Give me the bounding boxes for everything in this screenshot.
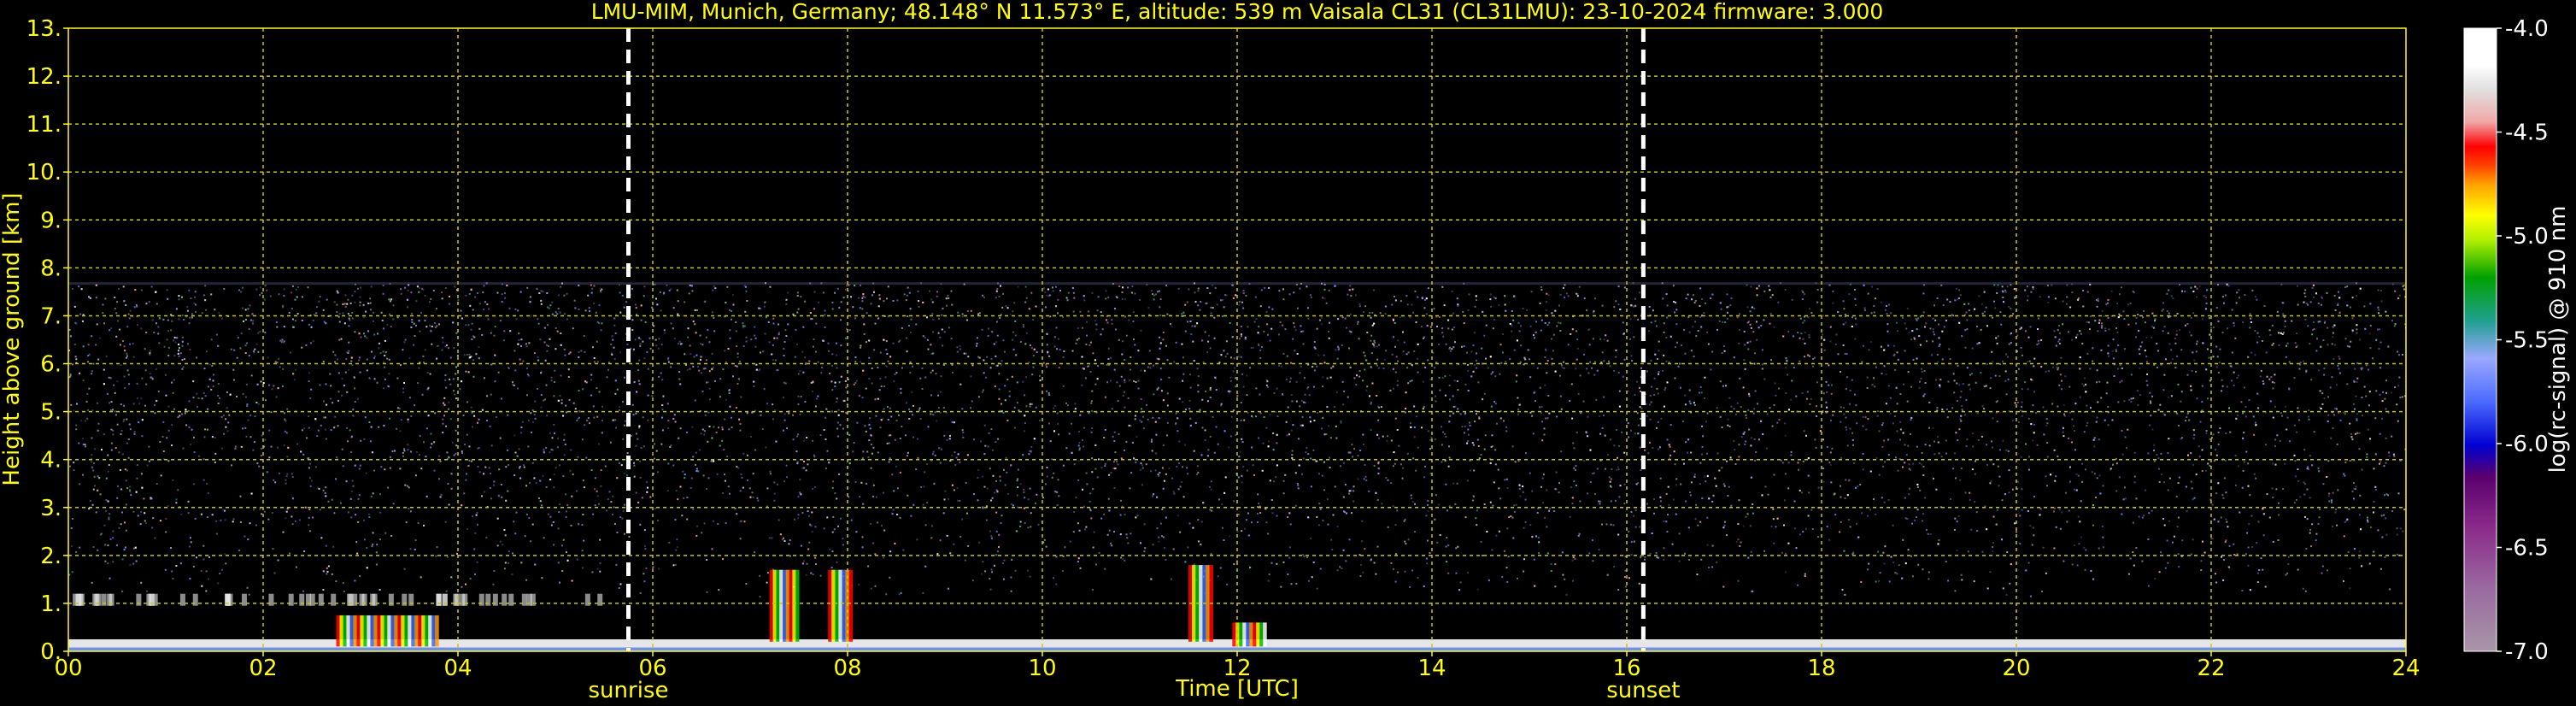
cloud-mark bbox=[408, 615, 412, 647]
cloud-mark bbox=[404, 615, 408, 647]
cloud-mark bbox=[411, 615, 415, 647]
x-tick-label: 06 bbox=[638, 656, 666, 681]
cloud-mark bbox=[1232, 622, 1236, 647]
cloud-mark bbox=[831, 569, 836, 642]
y-tick-label: 12. bbox=[26, 64, 62, 90]
cloud-mark bbox=[384, 615, 388, 647]
x-tick-label: 10 bbox=[1028, 656, 1056, 681]
cloud-mark bbox=[785, 569, 790, 642]
x-tick-label: 14 bbox=[1417, 656, 1446, 681]
colorbar-tick-label: -4.0 bbox=[2505, 16, 2549, 42]
x-tick-label: 24 bbox=[2391, 656, 2420, 681]
cloud-mark bbox=[435, 615, 439, 647]
colorbar-tick-label: -5.0 bbox=[2505, 224, 2549, 250]
cloud-mark bbox=[425, 615, 429, 647]
cloud-mark bbox=[360, 615, 364, 647]
cloud-mark bbox=[353, 615, 357, 647]
cloud-mark bbox=[346, 615, 350, 647]
x-tick-label: 08 bbox=[833, 656, 861, 681]
cloud-mark bbox=[414, 615, 419, 647]
cloud-mark bbox=[769, 569, 774, 642]
cloud-mark bbox=[776, 569, 780, 642]
cloud-mark bbox=[1249, 622, 1253, 647]
cloud-mark bbox=[1253, 622, 1257, 647]
x-tick-label: 20 bbox=[2002, 656, 2030, 681]
y-tick-label: 8. bbox=[40, 256, 62, 281]
cloud-mark bbox=[848, 569, 854, 642]
y-tick-label: 3. bbox=[40, 496, 62, 521]
cloud-mark bbox=[387, 615, 391, 647]
cloud-mark bbox=[1242, 622, 1247, 647]
cloud-mark bbox=[401, 615, 405, 647]
cloud-mark bbox=[792, 569, 796, 642]
y-tick-label: 6. bbox=[40, 352, 62, 378]
cloud-mark bbox=[370, 615, 374, 647]
cloud-mark bbox=[1239, 622, 1243, 647]
event-label-sunset: sunset bbox=[1606, 678, 1680, 703]
colorbar bbox=[2463, 27, 2497, 652]
x-tick-label: 18 bbox=[1807, 656, 1835, 681]
cloud-mark bbox=[1206, 565, 1210, 642]
cloud-mark bbox=[343, 615, 347, 647]
y-axis-ticks: 0. 1. 2. 3. 4. 5. 6. 7. 8. 9. 10. 11. 12. 13. bbox=[26, 16, 68, 665]
cloud-mark bbox=[394, 615, 398, 647]
cloud-mark bbox=[380, 615, 384, 647]
cloud-mark bbox=[363, 615, 367, 647]
cloud-mark bbox=[779, 569, 783, 642]
x-tick-label: 22 bbox=[2197, 656, 2225, 681]
cloud-mark bbox=[783, 569, 787, 642]
y-tick-label: 2. bbox=[40, 544, 62, 569]
cloud-mark bbox=[390, 615, 395, 647]
chart-title: LMU-MIM, Munich, Germany; 48.148° N 11.5… bbox=[591, 0, 1884, 24]
cloud-mark bbox=[842, 569, 847, 642]
cloud-mark bbox=[795, 569, 800, 642]
cloud-mark bbox=[772, 569, 777, 642]
colorbar-gradient bbox=[2463, 27, 2497, 652]
y-tick-label: 0. bbox=[40, 639, 62, 665]
cloud-mark bbox=[1259, 622, 1264, 647]
cloud-mark bbox=[835, 569, 839, 642]
cloud-mark bbox=[431, 615, 436, 647]
x-tick-label: 02 bbox=[249, 656, 277, 681]
ceilometer-chart: sunrise sunset 00 02 04 06 08 10 12 14 16 18 20 22 24… bbox=[0, 0, 2571, 703]
colorbar-tick-label: -4.5 bbox=[2505, 121, 2549, 146]
cloud-mark bbox=[349, 615, 354, 647]
cloud-mark bbox=[418, 615, 422, 647]
y-tick-label: 5. bbox=[40, 400, 62, 426]
cloud-mark bbox=[1256, 622, 1260, 647]
y-tick-label: 11. bbox=[26, 112, 62, 138]
cloud-mark bbox=[1263, 622, 1267, 647]
cloud-mark bbox=[377, 615, 381, 647]
cloud-mark bbox=[789, 569, 793, 642]
cloud-mark bbox=[339, 615, 343, 647]
event-label-sunrise: sunrise bbox=[589, 678, 669, 703]
cloud-mark bbox=[356, 615, 361, 647]
cloud-mark bbox=[1246, 622, 1250, 647]
x-axis-label: Time [UTC] bbox=[1175, 676, 1299, 702]
colorbar-label: log(rc-signal) @ 910 nm bbox=[2545, 206, 2571, 474]
colorbar-tick-label: -6.5 bbox=[2505, 536, 2549, 562]
x-tick-label: 16 bbox=[1612, 656, 1640, 681]
y-tick-label: 4. bbox=[40, 448, 62, 474]
cloud-mark bbox=[373, 615, 378, 647]
cloud-mark bbox=[838, 569, 842, 642]
cloud-mark bbox=[336, 615, 340, 647]
colorbar-tick-label: -5.5 bbox=[2505, 328, 2549, 354]
cloud-mark bbox=[367, 615, 371, 647]
y-axis-label: Height above ground [km] bbox=[0, 192, 25, 485]
cloud-mark bbox=[421, 615, 425, 647]
cloud-mark bbox=[828, 569, 832, 642]
x-tick-label: 04 bbox=[443, 656, 472, 681]
cloud-mark bbox=[428, 615, 432, 647]
colorbar-ticks: -4.0 -4.5 -5.0 -5.5 -6.0 -6.5 -7.0 bbox=[2497, 16, 2549, 665]
y-tick-label: 10. bbox=[26, 160, 62, 185]
colorbar-tick-label: -7.0 bbox=[2505, 639, 2549, 665]
y-tick-label: 13. bbox=[26, 16, 62, 42]
y-tick-label: 1. bbox=[40, 591, 62, 617]
colorbar-tick-label: -6.0 bbox=[2505, 432, 2549, 457]
y-tick-label: 7. bbox=[40, 303, 62, 329]
y-tick-label: 9. bbox=[40, 208, 62, 233]
cloud-mark bbox=[397, 615, 402, 647]
